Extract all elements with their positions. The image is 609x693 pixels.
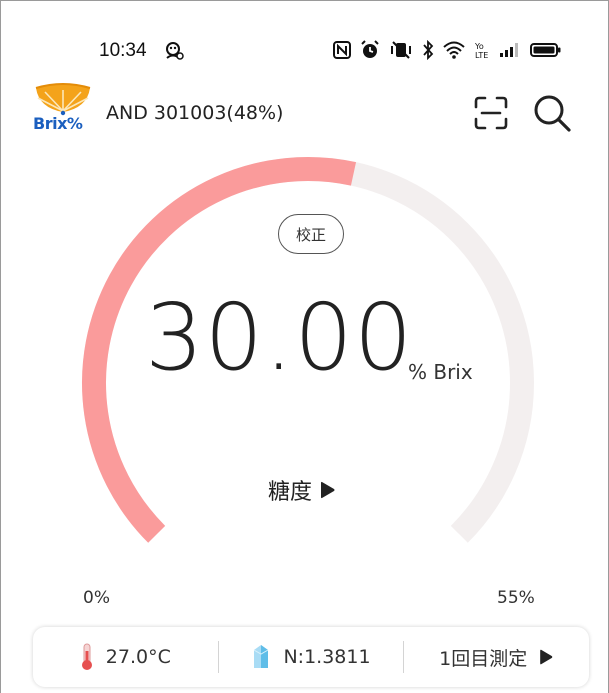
temperature-value: 27.0°C <box>105 646 171 668</box>
alarm-icon <box>361 40 379 58</box>
info-bar: 27.0°C N:1.3811 1回目測定 <box>33 627 589 687</box>
thermometer-icon <box>81 643 92 670</box>
orange-icon <box>35 83 91 116</box>
scan-button[interactable] <box>472 94 510 132</box>
refractive-index-cell: N:1.3811 <box>219 627 404 687</box>
volte-icon: YoLTE <box>474 42 488 60</box>
refractive-index-value: N:1.3811 <box>283 646 371 668</box>
play-icon <box>321 481 335 499</box>
measure-label: 1回目測定 <box>439 647 528 670</box>
scan-icon <box>474 96 508 130</box>
logo-text: Brix% <box>33 114 83 133</box>
svg-text:LTE: LTE <box>475 51 488 60</box>
status-icons: Yo LTE <box>333 40 562 60</box>
reading-unit: % Brix <box>408 360 473 384</box>
nfc-icon <box>333 41 351 59</box>
search-button[interactable] <box>531 92 573 134</box>
scale-min-label: 0% <box>83 588 110 608</box>
prism-icon <box>254 645 269 668</box>
status-time: 10:34 <box>99 40 147 61</box>
signal-icon <box>500 43 518 57</box>
device-name[interactable]: AND 301003(48%) <box>106 102 283 124</box>
app-bar: Brix% AND 301003(48%) <box>0 76 609 146</box>
mode-selector[interactable]: 糖度 <box>268 474 336 506</box>
scale-max-label: 55% <box>497 588 535 608</box>
vibrate-mute-icon <box>391 41 411 59</box>
search-icon <box>534 95 571 132</box>
wifi-icon <box>443 41 465 59</box>
status-bar: 10:34 Yo LTE <box>0 0 609 80</box>
play-icon <box>540 649 553 665</box>
battery-icon <box>530 43 561 57</box>
measure-button[interactable]: 1回目測定 <box>404 627 589 687</box>
brix-reading: 30.00 <box>145 284 414 391</box>
app-logo: Brix% <box>33 82 93 138</box>
calibrate-button[interactable]: 校正 <box>278 214 344 254</box>
temperature-cell: 27.0°C <box>33 627 218 687</box>
svg-text:Yo: Yo <box>474 42 484 51</box>
bluetooth-icon <box>423 40 434 60</box>
status-app-icon <box>166 42 184 60</box>
mode-label: 糖度 <box>268 480 313 505</box>
